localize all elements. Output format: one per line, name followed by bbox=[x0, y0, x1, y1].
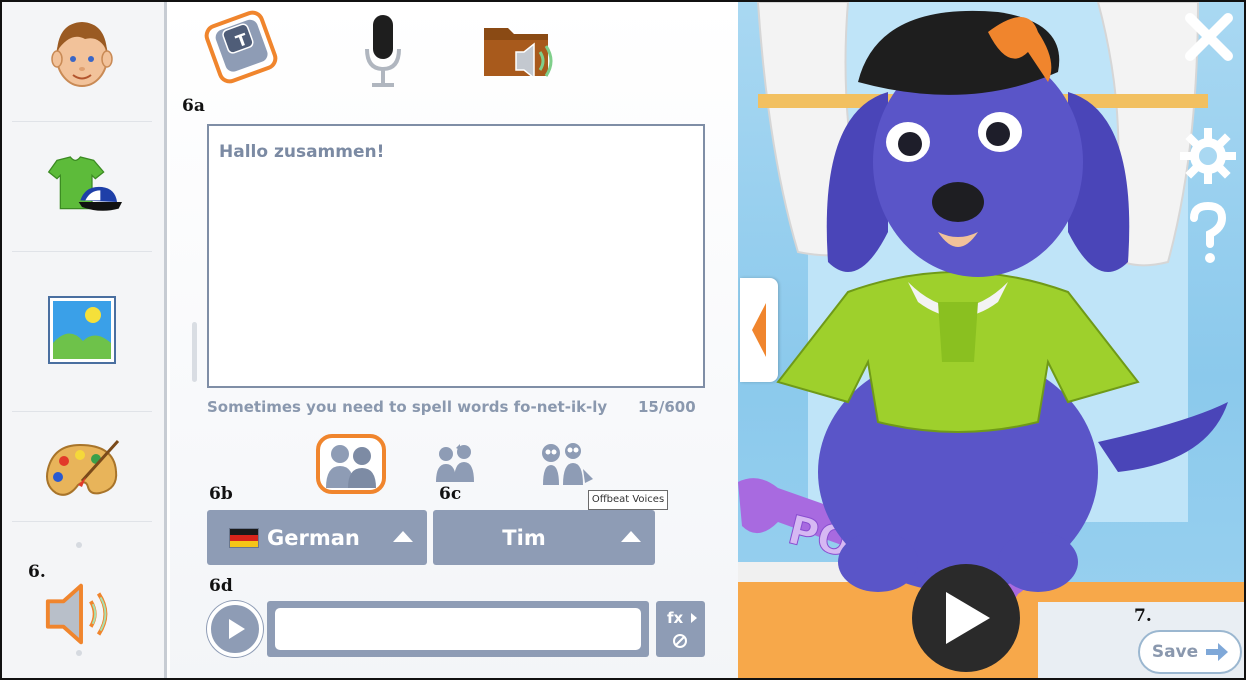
sidebar-dot bbox=[76, 542, 82, 548]
annotation-6c: 6c bbox=[439, 484, 462, 504]
speaker-icon bbox=[45, 583, 108, 645]
sidebar-item-voice[interactable] bbox=[42, 574, 122, 654]
app-window: T Hallo zusammen! Sometimes you need to … bbox=[0, 0, 1246, 680]
chevron-right-icon bbox=[691, 613, 697, 623]
fx-label: fx bbox=[667, 609, 684, 627]
scrollbar[interactable] bbox=[192, 322, 197, 382]
annotation-7: 7. bbox=[1134, 606, 1152, 626]
close-icon bbox=[1185, 13, 1233, 61]
character-counter: 15/600 bbox=[638, 398, 696, 416]
play-icon bbox=[229, 619, 245, 639]
language-select[interactable]: German bbox=[207, 510, 427, 565]
spelling-hint: Sometimes you need to spell words fo-net… bbox=[207, 398, 608, 416]
collapse-panel-tab[interactable] bbox=[740, 278, 778, 382]
picture-icon bbox=[48, 296, 116, 364]
annotation-6d: 6d bbox=[209, 576, 233, 596]
tooltip: Offbeat Voices bbox=[588, 490, 668, 510]
text-input[interactable]: Hallo zusammen! bbox=[219, 142, 693, 370]
no-effect-icon bbox=[673, 634, 687, 648]
voice-value: Tim bbox=[502, 525, 546, 550]
save-button[interactable]: Save bbox=[1138, 630, 1242, 674]
sidebar-item-background[interactable] bbox=[42, 290, 122, 370]
annotation-6b: 6b bbox=[209, 484, 233, 504]
microphone-icon bbox=[365, 15, 401, 87]
sidebar-item-colors[interactable] bbox=[42, 430, 122, 510]
play-icon bbox=[946, 592, 990, 644]
voice-panel: T Hallo zusammen! Sometimes you need to … bbox=[170, 2, 738, 678]
sidebar-item-outfit[interactable] bbox=[42, 147, 122, 227]
gear-icon bbox=[1180, 128, 1236, 184]
settings-button[interactable] bbox=[1178, 126, 1238, 190]
kid-voices-icon bbox=[436, 444, 474, 482]
keyboard-t-icon: T bbox=[204, 10, 278, 84]
caret-up-icon bbox=[621, 531, 641, 542]
tab-offbeat-voices[interactable] bbox=[526, 434, 604, 494]
adult-voices-icon bbox=[316, 434, 386, 494]
tab-record-voice[interactable] bbox=[338, 8, 428, 94]
tshirt-cap-icon bbox=[47, 156, 122, 211]
boy-face-icon bbox=[51, 22, 113, 87]
paint-palette-icon bbox=[46, 439, 120, 496]
tab-type-text[interactable]: T bbox=[198, 8, 288, 94]
question-mark-icon bbox=[1190, 201, 1227, 263]
tab-adult-voices[interactable] bbox=[312, 434, 390, 494]
chevron-left-icon bbox=[752, 303, 766, 357]
german-flag-icon bbox=[229, 527, 259, 548]
text-to-speech-box[interactable]: Hallo zusammen! bbox=[207, 124, 705, 388]
effects-button[interactable]: fx bbox=[656, 601, 705, 657]
caret-up-icon bbox=[393, 531, 413, 542]
audio-folder-icon bbox=[484, 28, 553, 80]
offbeat-voices-icon bbox=[542, 443, 593, 485]
tab-upload-audio[interactable] bbox=[480, 8, 570, 94]
preview-play-button[interactable] bbox=[207, 601, 263, 657]
annotation-6a: 6a bbox=[182, 96, 205, 116]
voice-select[interactable]: Tim bbox=[433, 510, 655, 565]
help-button[interactable] bbox=[1188, 201, 1228, 270]
audio-track bbox=[267, 601, 649, 657]
close-button[interactable] bbox=[1182, 10, 1236, 68]
sidebar bbox=[2, 2, 167, 678]
annotation-6: 6. bbox=[28, 562, 46, 582]
arrow-right-icon bbox=[1206, 643, 1229, 661]
language-value: German bbox=[267, 525, 360, 550]
save-label: Save bbox=[1151, 642, 1199, 662]
play-scene-button[interactable] bbox=[912, 564, 1020, 672]
audio-progress-bar[interactable] bbox=[275, 608, 641, 650]
sidebar-item-character[interactable] bbox=[42, 14, 122, 94]
